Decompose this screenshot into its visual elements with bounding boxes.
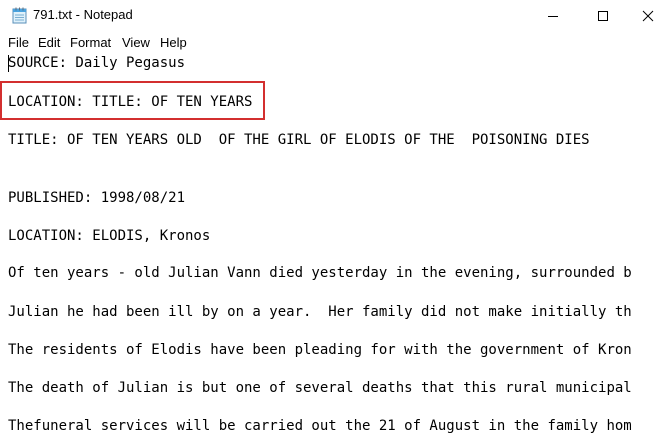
text-caret [8,55,9,72]
text-line-published: PUBLISHED: 1998/08/21 [8,190,186,206]
text-line-body-2: Julian he had been ill by on a year. Her… [8,304,632,320]
highlight-annotation-box [0,81,265,120]
minimize-icon [548,16,558,17]
menu-file[interactable]: File [8,35,29,50]
text-line-body-5: Thefuneral services will be carried out … [8,418,632,434]
menu-help[interactable]: Help [160,35,187,50]
menu-view[interactable]: View [122,35,150,50]
close-button[interactable] [625,0,665,32]
notepad-window: 791.txt - Notepad File Edit Format View … [0,0,665,440]
text-line-location: LOCATION: ELODIS, Kronos [8,228,211,244]
menu-edit[interactable]: Edit [38,35,60,50]
notepad-icon [12,7,27,24]
title-bar[interactable]: 791.txt - Notepad [0,0,665,32]
maximize-button[interactable] [580,0,626,32]
maximize-icon [598,11,608,21]
close-icon [642,10,654,22]
menu-bar: File Edit Format View Help [0,33,665,53]
minimize-button[interactable] [530,0,576,32]
menu-format[interactable]: Format [70,35,111,50]
window-title: 791.txt - Notepad [33,7,133,22]
text-editor[interactable]: SOURCE: Daily Pegasus LOCATION: TITLE: O… [0,53,665,440]
text-line-body-1: Of ten years - old Julian Vann died yest… [8,265,632,281]
text-line-body-3: The residents of Elodis have been pleadi… [8,342,632,358]
text-line-title: TITLE: OF TEN YEARS OLD OF THE GIRL OF E… [8,132,590,148]
text-line-body-4: The death of Julian is but one of severa… [8,380,632,396]
text-line-source: SOURCE: Daily Pegasus [8,55,186,71]
